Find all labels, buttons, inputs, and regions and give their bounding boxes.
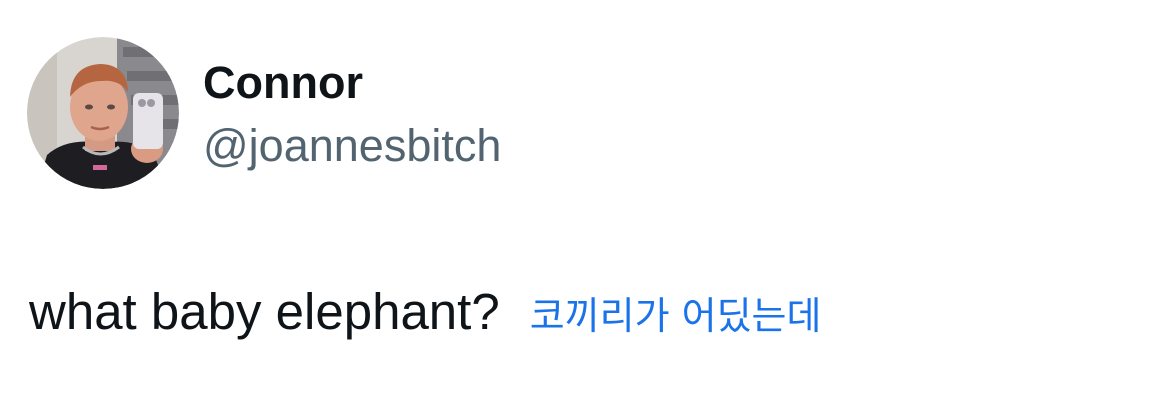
tweet-text: what baby elephant?	[29, 283, 500, 340]
tweet-body: what baby elephant? 코끼리가 어딨는데	[29, 280, 821, 344]
avatar[interactable]	[27, 37, 179, 189]
translated-text[interactable]: 코끼리가 어딨는데	[530, 284, 822, 348]
author-handle[interactable]: @joannesbitch	[203, 118, 501, 174]
profile-photo-avatar-icon	[27, 37, 179, 189]
author-display-name[interactable]: Connor	[203, 55, 363, 111]
tweet-card: Connor @joannesbitch what baby elephant?…	[0, 0, 1170, 412]
